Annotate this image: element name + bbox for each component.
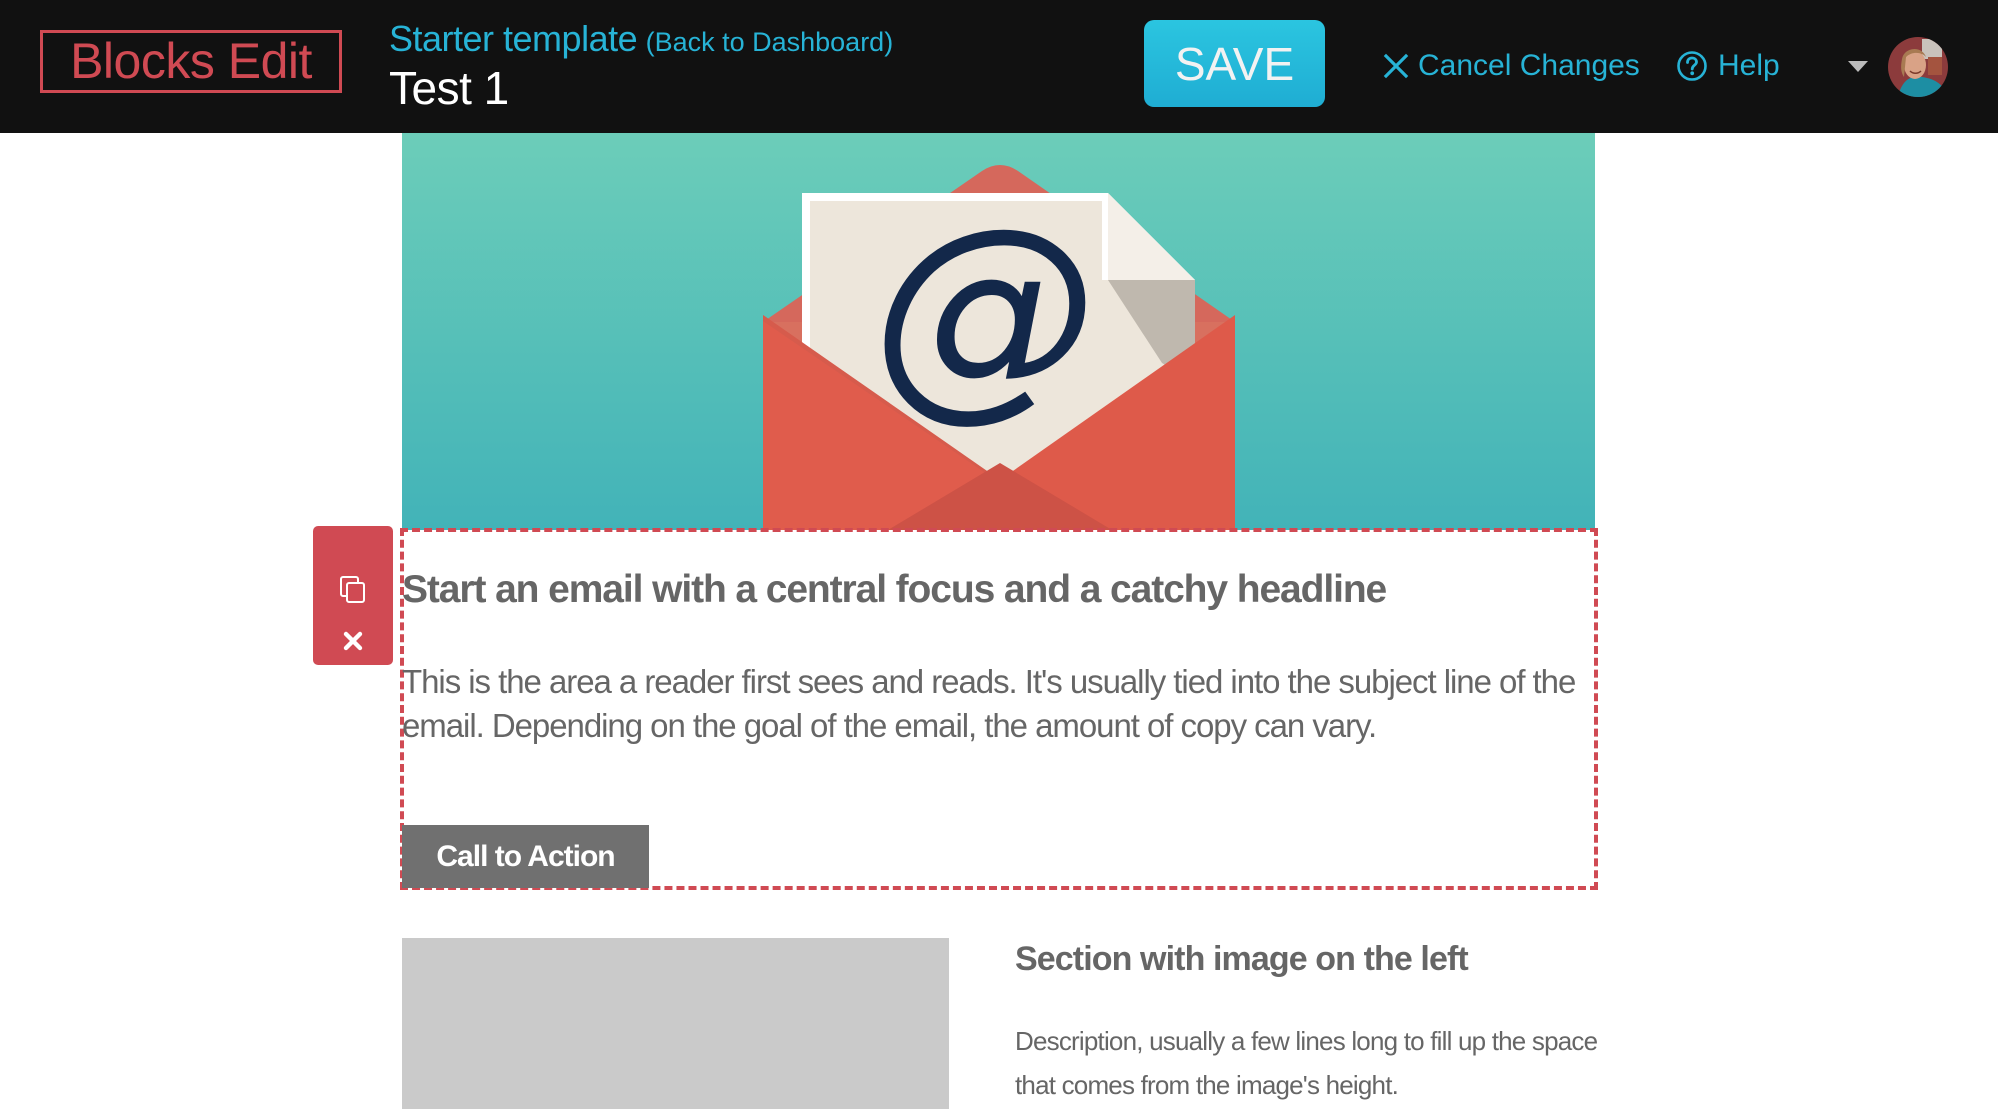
duplicate-block-button[interactable] bbox=[313, 564, 393, 616]
call-to-action-button[interactable]: Call to Action bbox=[402, 825, 649, 888]
envelope-illustration: @ bbox=[402, 133, 1595, 530]
block-toolbar bbox=[313, 526, 393, 665]
document-title-area: Starter template (Back to Dashboard) Tes… bbox=[389, 18, 893, 114]
close-icon bbox=[1383, 53, 1409, 79]
block-headline[interactable]: Start an email with a central focus and … bbox=[402, 562, 1592, 618]
top-bar: Blocks Edit Starter template (Back to Da… bbox=[0, 0, 1998, 133]
help-label: Help bbox=[1718, 49, 1780, 82]
section-image-placeholder[interactable] bbox=[402, 938, 949, 1109]
caret-down-icon[interactable] bbox=[1848, 61, 1868, 72]
save-button[interactable]: SAVE bbox=[1144, 20, 1325, 107]
at-sign-glyph: @ bbox=[872, 180, 1097, 442]
section-description[interactable]: Description, usually a few lines long to… bbox=[1015, 1019, 1615, 1107]
hero-image[interactable]: @ bbox=[402, 133, 1595, 530]
cancel-changes-label: Cancel Changes bbox=[1418, 49, 1640, 82]
user-avatar[interactable] bbox=[1888, 37, 1948, 97]
template-name: Starter template bbox=[389, 18, 638, 59]
section-heading[interactable]: Section with image on the left bbox=[1015, 934, 1595, 984]
back-to-dashboard-link[interactable]: (Back to Dashboard) bbox=[646, 27, 894, 57]
blocks-edit-logo[interactable]: Blocks Edit bbox=[40, 30, 342, 93]
template-line: Starter template (Back to Dashboard) bbox=[389, 18, 893, 60]
duplicate-icon bbox=[340, 576, 365, 603]
document-title: Test 1 bbox=[389, 62, 509, 114]
cancel-changes-link[interactable]: Cancel Changes bbox=[1383, 46, 1640, 86]
avatar-photo bbox=[1888, 37, 1948, 97]
block-body-text[interactable]: This is the area a reader first sees and… bbox=[402, 660, 1592, 748]
delete-block-button[interactable] bbox=[313, 616, 393, 666]
help-link[interactable]: Help bbox=[1676, 46, 1780, 86]
question-circle-icon bbox=[1677, 51, 1707, 81]
delete-icon bbox=[343, 631, 363, 651]
